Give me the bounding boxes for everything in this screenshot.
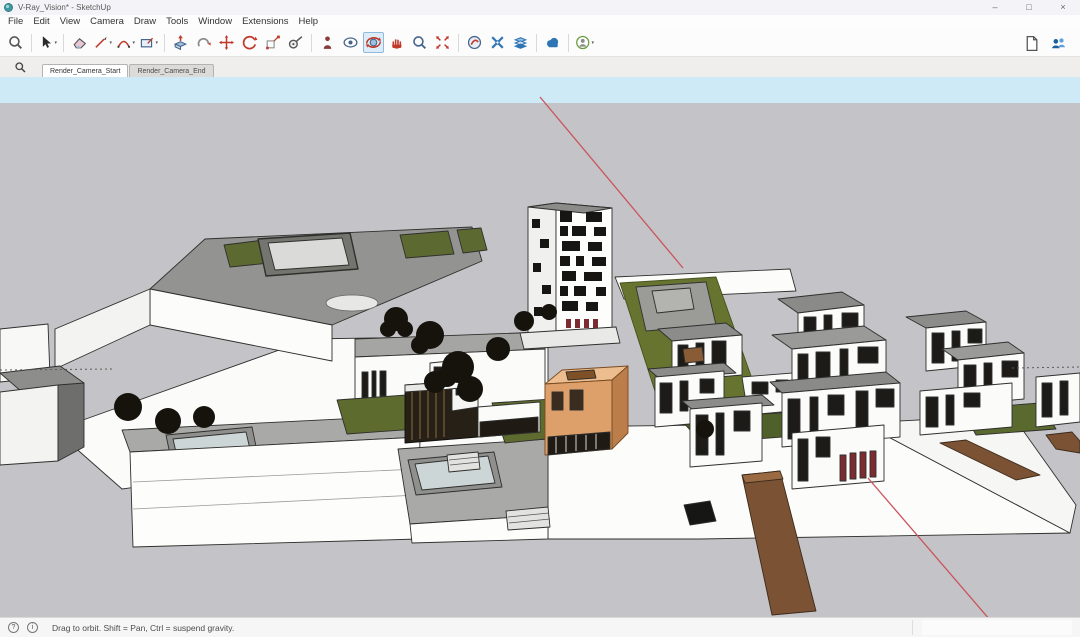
status-hint: Drag to orbit. Shift = Pan, Ctrl = suspe… xyxy=(52,623,234,633)
position-camera-icon[interactable] xyxy=(317,32,338,53)
search-icon[interactable] xyxy=(5,32,26,53)
scene-tab-render_camera_end[interactable]: Render_Camera_End xyxy=(129,64,213,77)
dropdown-caret-icon[interactable]: ▾ xyxy=(54,40,57,46)
toolbar-right xyxy=(1018,29,1072,57)
menu-edit[interactable]: Edit xyxy=(28,15,54,29)
toolbar-separator xyxy=(164,34,165,52)
viewport-3d-model[interactable] xyxy=(0,77,1080,617)
document-icon[interactable] xyxy=(1021,33,1042,54)
toolbar-separator xyxy=(458,34,459,52)
toolbar-separator xyxy=(311,34,312,52)
dropdown-caret-icon[interactable]: ▾ xyxy=(155,40,158,46)
statusbar: ? i Drag to orbit. Shift = Pan, Ctrl = s… xyxy=(0,617,1080,637)
menubar: FileEditViewCameraDrawToolsWindowExtensi… xyxy=(0,15,1080,29)
eraser-icon[interactable] xyxy=(69,32,90,53)
plaza-hatch xyxy=(684,501,716,525)
scale-icon[interactable] xyxy=(262,32,283,53)
toolbar: ▾ ▾ ▾ ▾ ▾ xyxy=(0,29,1080,57)
titlebar: V-Ray_Vision* - SketchUp – □ × xyxy=(0,0,1080,15)
vray-batch-render-icon[interactable] xyxy=(510,32,531,53)
sketchup-window: V-Ray_Vision* - SketchUp – □ × FileEditV… xyxy=(0,0,1080,637)
menu-window[interactable]: Window xyxy=(193,15,237,29)
toolbar-separator xyxy=(568,34,569,52)
window-title: V-Ray_Vision* - SketchUp xyxy=(18,3,111,12)
dropdown-caret-icon[interactable]: ▾ xyxy=(109,40,112,46)
arc-icon[interactable]: ▾ xyxy=(115,32,136,53)
scene-tabs-row: Render_Camera_StartRender_Camera_End xyxy=(0,57,1080,77)
push-pull-icon[interactable] xyxy=(170,32,191,53)
building-tower xyxy=(520,203,620,349)
zoom-extents-icon[interactable] xyxy=(432,32,453,53)
move-icon[interactable] xyxy=(216,32,237,53)
toolbar-tools: ▾ ▾ ▾ ▾ ▾ xyxy=(4,32,596,53)
maximize-button[interactable]: □ xyxy=(1012,0,1046,15)
select-icon[interactable]: ▾ xyxy=(37,32,58,53)
signin-avatar-icon[interactable]: ▾ xyxy=(574,32,595,53)
chaos-cloud-icon[interactable] xyxy=(542,32,563,53)
follow-me-icon[interactable] xyxy=(193,32,214,53)
dropdown-caret-icon[interactable]: ▾ xyxy=(591,40,594,46)
menu-view[interactable]: View xyxy=(55,15,85,29)
geolocation-info-icon[interactable]: i xyxy=(27,622,38,633)
menu-tools[interactable]: Tools xyxy=(161,15,193,29)
model-canvas xyxy=(0,77,1080,617)
vray-render-icon[interactable] xyxy=(487,32,508,53)
orbit-icon[interactable] xyxy=(363,32,384,53)
minimize-button[interactable]: – xyxy=(978,0,1012,15)
building-orange xyxy=(545,366,628,455)
line-icon[interactable]: ▾ xyxy=(92,32,113,53)
dropdown-caret-icon[interactable]: ▾ xyxy=(132,40,135,46)
menu-help[interactable]: Help xyxy=(294,15,324,29)
scene-tab-render_camera_start[interactable]: Render_Camera_Start xyxy=(42,64,128,77)
scene-tabs: Render_Camera_StartRender_Camera_End xyxy=(42,64,215,77)
sky-band xyxy=(0,77,1080,103)
window-controls: – □ × xyxy=(978,0,1080,15)
sketchup-logo-icon xyxy=(4,3,13,12)
statusbar-divider xyxy=(912,620,913,635)
rotate-icon[interactable] xyxy=(239,32,260,53)
toolbar-separator xyxy=(63,34,64,52)
menu-extensions[interactable]: Extensions xyxy=(237,15,293,29)
toolbar-separator xyxy=(536,34,537,52)
menu-draw[interactable]: Draw xyxy=(129,15,161,29)
toolbar-separator xyxy=(31,34,32,52)
zoom-icon[interactable] xyxy=(409,32,430,53)
rectangle-icon[interactable]: ▾ xyxy=(138,32,159,53)
measurements-box[interactable] xyxy=(922,620,1072,635)
vray-asset-editor-icon[interactable] xyxy=(464,32,485,53)
menu-camera[interactable]: Camera xyxy=(85,15,129,29)
close-button[interactable]: × xyxy=(1046,0,1080,15)
collaborate-icon[interactable] xyxy=(1048,33,1069,54)
tape-measure-icon[interactable] xyxy=(285,32,306,53)
pan-icon[interactable] xyxy=(386,32,407,53)
help-icon[interactable]: ? xyxy=(8,622,19,633)
look-around-icon[interactable] xyxy=(340,32,361,53)
menu-file[interactable]: File xyxy=(3,15,28,29)
search-scenes-icon[interactable] xyxy=(12,59,28,75)
